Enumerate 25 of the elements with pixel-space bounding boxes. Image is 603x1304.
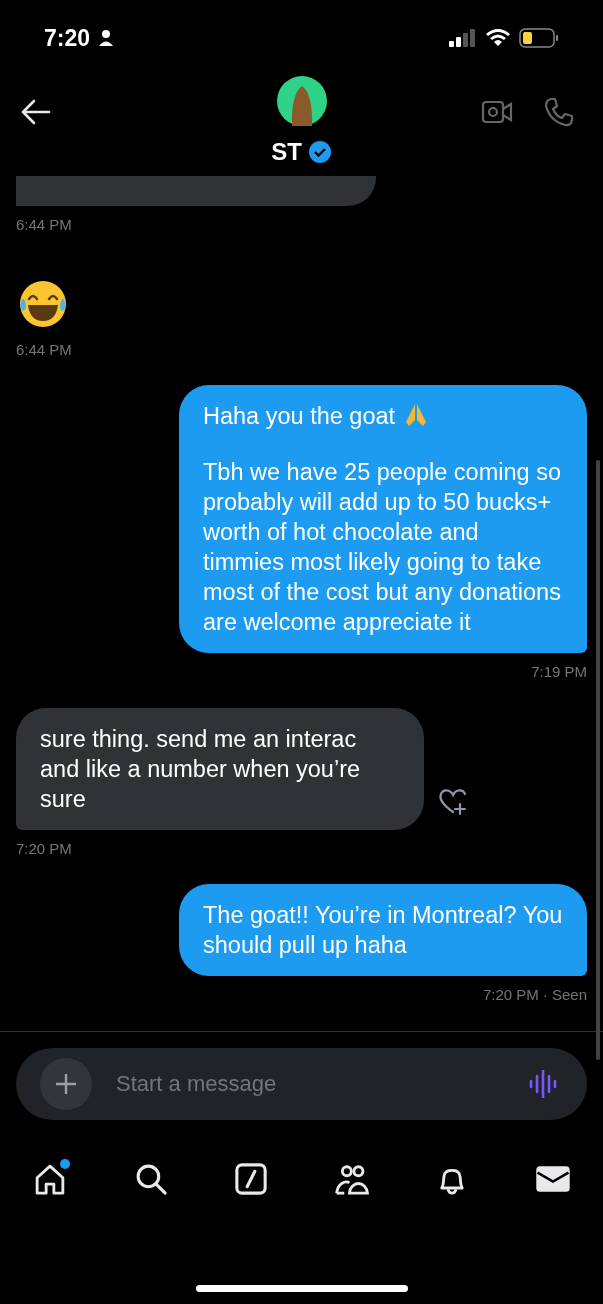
message-timestamp: 7:20 PM <box>16 838 72 859</box>
battery-icon <box>519 28 559 48</box>
message-text: The goat!! You’re in Montreal? You should pull up haha <box>203 901 563 960</box>
message-text: sure thing. send me an interac and like a number when you’re sure <box>40 724 362 814</box>
message-timestamp: 7:20 PM <box>482 985 539 1005</box>
message-timestamp: 6:44 PM <box>16 339 72 360</box>
video-camera-icon <box>481 99 513 125</box>
message-text: Tbh we have 25 people coming so probably will add up to 50 bucks+ worth of hot chocolate and timmies most likely going to take most of the cost but any donations are welcome appreciate it <box>203 458 562 637</box>
wifi-icon <box>485 28 511 48</box>
signal-icon <box>449 29 477 47</box>
avatar <box>276 76 327 126</box>
message-input[interactable]: Start a message <box>116 1067 529 1100</box>
phone-icon <box>543 96 575 128</box>
back-arrow-icon <box>21 99 51 125</box>
person-icon <box>98 29 115 47</box>
status-time: 7:20 <box>44 23 91 53</box>
compose-icon <box>233 1160 270 1197</box>
plus-icon <box>55 1072 77 1095</box>
message-timestamp: 7:19 PM <box>531 662 587 682</box>
message-text: Haha you the goat <box>203 401 563 431</box>
message-timestamp: 6:44 PM <box>16 215 72 235</box>
seen-status: · Seen <box>542 985 587 1005</box>
contact-name: ST <box>271 137 302 167</box>
voice-message-icon[interactable] <box>529 1069 559 1098</box>
message-input-field[interactable]: Start a message <box>16 1047 587 1120</box>
